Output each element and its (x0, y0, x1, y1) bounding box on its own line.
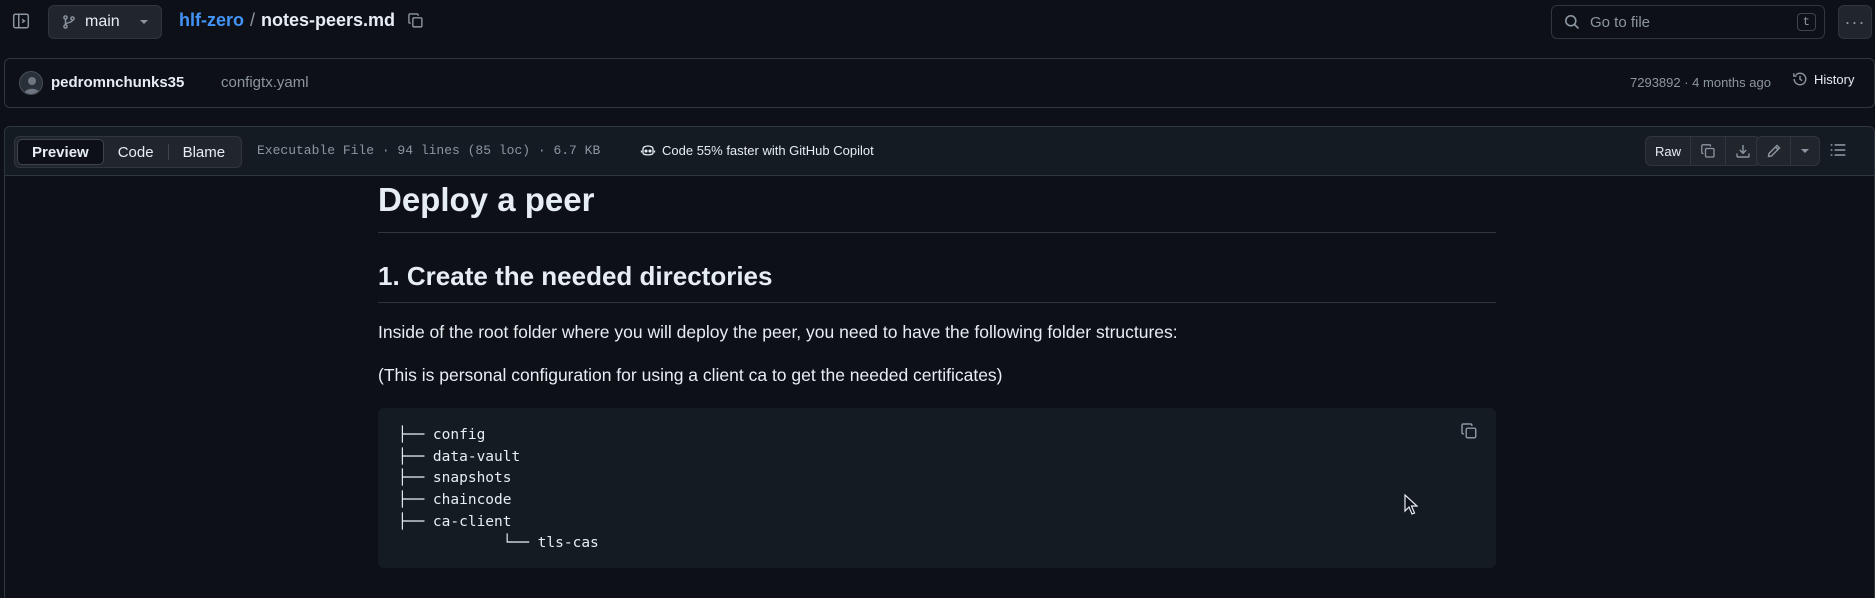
outline-list-icon[interactable] (1829, 141, 1847, 159)
tab-code[interactable]: Code (104, 139, 168, 165)
copilot-promo-text: Code 55% faster with GitHub Copilot (662, 142, 874, 158)
code-block-content: ├── config ├── data-vault ├── snapshots … (398, 427, 599, 552)
copy-path-icon[interactable] (407, 12, 424, 29)
code-block: ├── config ├── data-vault ├── snapshots … (378, 408, 1496, 569)
more-options-icon[interactable]: ··· (1838, 5, 1872, 39)
download-icon[interactable] (1726, 137, 1760, 165)
raw-actions-group: Raw (1645, 136, 1762, 166)
copilot-icon (640, 142, 656, 158)
paragraph-note: (This is personal configuration for usin… (378, 365, 1003, 386)
history-button[interactable]: History (1792, 71, 1854, 87)
breadcrumb-file-name: notes-peers.md (261, 10, 396, 30)
copy-code-icon[interactable] (1460, 422, 1478, 440)
edit-actions-group (1756, 136, 1820, 166)
heading-deploy-a-peer: Deploy a peer (378, 180, 1496, 233)
breadcrumb-separator: / (250, 10, 256, 30)
edit-pencil-icon[interactable] (1757, 137, 1791, 165)
heading-create-directories: 1. Create the needed directories (378, 261, 1496, 303)
copilot-promo-link[interactable]: Code 55% faster with GitHub Copilot (640, 142, 874, 158)
breadcrumb: hlf-zero / notes-peers.md (179, 10, 424, 31)
latest-commit-bar: pedromnchunks35 configtx.yaml 7293892 · … (4, 58, 1875, 108)
breadcrumb-repo-link[interactable]: hlf-zero (179, 10, 244, 31)
mouse-pointer-icon (1404, 494, 1418, 516)
search-icon (1564, 14, 1580, 30)
chevron-down-icon[interactable] (1791, 137, 1819, 165)
tab-blame[interactable]: Blame (169, 139, 240, 165)
chevron-down-icon (139, 17, 149, 27)
view-mode-tabs: Preview Code Blame (14, 136, 243, 168)
commit-message-link[interactable]: configtx.yaml (221, 74, 309, 91)
keyboard-shortcut-badge: t (1796, 13, 1816, 31)
tab-preview[interactable]: Preview (17, 139, 104, 165)
file-info: Executable File · 94 lines (85 loc) · 6.… (257, 143, 601, 158)
commit-author-link[interactable]: pedromnchunks35 (51, 74, 184, 91)
raw-button[interactable]: Raw (1646, 137, 1692, 165)
git-branch-icon (61, 14, 77, 30)
avatar[interactable] (19, 71, 43, 95)
go-to-file-input[interactable]: Go to file t (1551, 5, 1825, 39)
go-to-file-placeholder: Go to file (1590, 13, 1651, 31)
branch-name: main (85, 13, 120, 30)
markdown-body: Deploy a peer 1. Create the needed direc… (378, 180, 1496, 569)
history-label: History (1814, 71, 1855, 87)
copy-raw-icon[interactable] (1691, 137, 1727, 165)
branch-selector-button[interactable]: main (48, 5, 162, 39)
paragraph-intro: Inside of the root folder where you will… (378, 321, 1178, 342)
file-toolbar: Preview Code Blame Executable File · 94 … (5, 127, 1874, 176)
commit-meta[interactable]: 7293892 · 4 months ago (1630, 75, 1771, 90)
history-icon (1792, 71, 1808, 87)
sidebar-toggle-icon[interactable] (10, 10, 32, 32)
